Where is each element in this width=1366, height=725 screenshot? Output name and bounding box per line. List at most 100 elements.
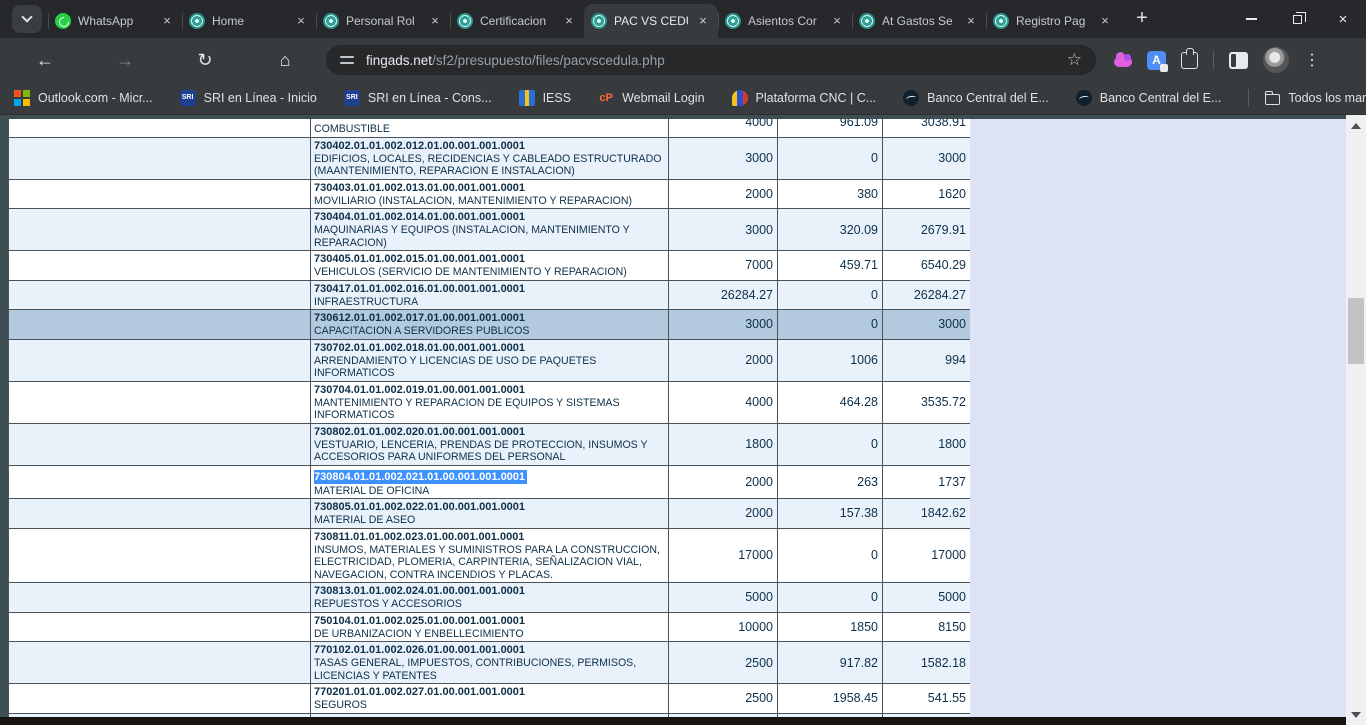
address-bar[interactable]: fingads.net/sf2/presupuesto/files/pacvsc… bbox=[326, 45, 1096, 75]
table-row[interactable]: 730404.01.01.002.014.01.00.001.001.0001 … bbox=[9, 209, 971, 251]
browser-tab[interactable]: Home × bbox=[182, 4, 316, 38]
budget-code[interactable]: 730802.01.01.002.020.01.00.001.001.0001 bbox=[314, 425, 665, 439]
bookmark-item[interactable]: Plataforma CNC | C... bbox=[732, 90, 877, 106]
profile-avatar[interactable] bbox=[1263, 47, 1289, 73]
tab-close-icon[interactable]: × bbox=[427, 13, 443, 29]
side-panel-icon[interactable] bbox=[1229, 52, 1248, 69]
budget-code[interactable]: 730612.01.01.002.017.01.00.001.001.0001 bbox=[314, 311, 665, 325]
vertical-scrollbar[interactable] bbox=[1346, 115, 1366, 725]
url-text: fingads.net/sf2/presupuesto/files/pacvsc… bbox=[366, 53, 665, 68]
table-row[interactable]: 730811.01.01.002.023.01.00.001.001.0001 … bbox=[9, 528, 971, 583]
bookmark-star-icon[interactable]: ☆ bbox=[1067, 50, 1082, 70]
amount-cell-3: 5000 bbox=[883, 583, 971, 613]
scroll-down-button[interactable] bbox=[1346, 706, 1366, 723]
row-group-cell bbox=[9, 381, 311, 423]
amount-cell-1: 3000 bbox=[669, 209, 778, 251]
tab-search-button[interactable] bbox=[12, 5, 42, 33]
browser-tab[interactable]: Registro Pag × bbox=[986, 4, 1120, 38]
budget-code[interactable]: 730811.01.01.002.023.01.00.001.001.0001 bbox=[314, 530, 665, 544]
budget-code[interactable]: 730804.01.01.002.021.01.00.001.001.0001 bbox=[314, 470, 527, 484]
browser-tab[interactable]: PAC VS CEDU × bbox=[584, 4, 718, 38]
amount-cell-1: 2500 bbox=[669, 642, 778, 684]
bookmark-favicon-icon bbox=[519, 90, 535, 106]
bookmark-item[interactable]: SRI en Línea - Cons... bbox=[344, 90, 492, 106]
tab-close-icon[interactable]: × bbox=[695, 13, 711, 29]
tab-close-icon[interactable]: × bbox=[561, 13, 577, 29]
tab-close-icon[interactable]: × bbox=[963, 13, 979, 29]
table-row[interactable]: 730612.01.01.002.017.01.00.001.001.0001 … bbox=[9, 310, 971, 340]
budget-code[interactable]: 730702.01.01.002.018.01.00.001.001.0001 bbox=[314, 341, 665, 355]
table-row[interactable]: 730804.01.01.002.021.01.00.001.001.0001 … bbox=[9, 465, 971, 499]
menu-kebab-icon[interactable]: ⋮ bbox=[1304, 50, 1312, 70]
table-row[interactable]: 730403.01.01.002.013.01.00.001.001.0001 … bbox=[9, 179, 971, 209]
budget-code[interactable]: 730404.01.01.002.014.01.00.001.001.0001 bbox=[314, 210, 665, 224]
budget-code[interactable]: 770201.01.01.002.027.01.00.001.001.0001 bbox=[314, 685, 665, 699]
tab-close-icon[interactable]: × bbox=[293, 13, 309, 29]
tab-close-icon[interactable]: × bbox=[829, 13, 845, 29]
amount-cell-3: 2679.91 bbox=[883, 209, 971, 251]
table-row[interactable]: 730405.01.01.002.015.01.00.001.001.0001 … bbox=[9, 251, 971, 281]
forward-button[interactable]: → bbox=[108, 43, 142, 77]
budget-code[interactable]: 730417.01.01.002.016.01.00.001.001.0001 bbox=[314, 282, 665, 296]
home-button[interactable]: ⌂ bbox=[268, 43, 302, 77]
cloud-extension-icon[interactable] bbox=[1114, 57, 1132, 67]
tab-close-icon[interactable]: × bbox=[159, 13, 175, 29]
table-row[interactable]: 730702.01.01.002.018.01.00.001.001.0001 … bbox=[9, 339, 971, 381]
tab-close-icon[interactable]: × bbox=[1097, 13, 1113, 29]
extensions-area: A ⋮ bbox=[1114, 47, 1312, 73]
reload-button[interactable]: ↻ bbox=[188, 43, 222, 77]
back-button[interactable]: ← bbox=[28, 43, 62, 77]
budget-description: SEGUROS bbox=[314, 699, 665, 712]
translate-extension-icon[interactable]: A bbox=[1147, 51, 1166, 70]
budget-description: MANTENIMIENTO Y REPARACION DE EQUIPOS Y … bbox=[314, 397, 665, 422]
new-tab-button[interactable]: + bbox=[1128, 5, 1156, 33]
scroll-up-button[interactable] bbox=[1346, 117, 1366, 134]
browser-tab[interactable]: Certificacion × bbox=[450, 4, 584, 38]
table-row[interactable]: 770102.01.01.002.026.01.00.001.001.0001 … bbox=[9, 642, 971, 684]
browser-tab[interactable]: Asientos Cor × bbox=[718, 4, 852, 38]
bookmark-favicon-icon bbox=[344, 90, 360, 106]
bookmark-item[interactable]: Banco Central del E... bbox=[903, 90, 1049, 106]
restore-button[interactable] bbox=[1274, 0, 1320, 38]
table-row[interactable]: 730402.01.01.002.012.01.00.001.001.0001 … bbox=[9, 137, 971, 179]
budget-code[interactable]: 730405.01.01.002.015.01.00.001.001.0001 bbox=[314, 252, 665, 266]
minimize-button[interactable] bbox=[1228, 0, 1274, 38]
close-button[interactable]: × bbox=[1320, 0, 1366, 38]
table-row[interactable]: 750104.01.01.002.025.01.00.001.001.0001 … bbox=[9, 612, 971, 642]
table-row[interactable]: 730805.01.01.002.022.01.00.001.001.0001 … bbox=[9, 499, 971, 529]
table-row[interactable]: 730417.01.01.002.016.01.00.001.001.0001 … bbox=[9, 280, 971, 310]
all-bookmarks-button[interactable]: Todos los marcadores bbox=[1265, 91, 1366, 105]
row-group-cell bbox=[9, 119, 311, 137]
amount-cell-1: 4000 bbox=[669, 381, 778, 423]
amount-cell-1: 5000 bbox=[669, 583, 778, 613]
tab-favicon-icon bbox=[323, 13, 339, 29]
scrollbar-thumb[interactable] bbox=[1348, 298, 1364, 364]
budget-code[interactable]: 730403.01.01.002.013.01.00.001.001.0001 bbox=[314, 181, 665, 195]
budget-code[interactable]: 730704.01.01.002.019.01.00.001.001.0001 bbox=[314, 383, 665, 397]
amount-cell-2: 1850 bbox=[778, 612, 883, 642]
tab-favicon-icon bbox=[859, 13, 875, 29]
table-row[interactable]: 730253.01.01.002.011.01.00.001.001.0001 … bbox=[9, 119, 971, 137]
table-row[interactable]: 730802.01.01.002.020.01.00.001.001.0001 … bbox=[9, 423, 971, 465]
bookmark-item[interactable]: Banco Central del E... bbox=[1076, 90, 1222, 106]
budget-code[interactable]: 730402.01.01.002.012.01.00.001.001.0001 bbox=[314, 139, 665, 153]
browser-tab[interactable]: WhatsApp × bbox=[48, 4, 182, 38]
amount-cell-3: 3535.72 bbox=[883, 381, 971, 423]
site-settings-icon[interactable] bbox=[340, 55, 354, 65]
budget-code[interactable]: 730805.01.01.002.022.01.00.001.001.0001 bbox=[314, 500, 665, 514]
table-row[interactable]: 770201.01.01.002.027.01.00.001.001.0001 … bbox=[9, 684, 971, 714]
browser-tab[interactable]: Personal Rol × bbox=[316, 4, 450, 38]
table-row[interactable]: 730704.01.01.002.019.01.00.001.001.0001 … bbox=[9, 381, 971, 423]
budget-code[interactable]: 730813.01.01.002.024.01.00.001.001.0001 bbox=[314, 584, 665, 598]
bookmark-label: SRI en Línea - Inicio bbox=[204, 91, 317, 105]
budget-code[interactable]: 750104.01.01.002.025.01.00.001.001.0001 bbox=[314, 614, 665, 628]
extensions-puzzle-icon[interactable] bbox=[1181, 52, 1198, 69]
bookmark-item[interactable]: Webmail Login bbox=[598, 90, 704, 106]
bookmark-label: Banco Central del E... bbox=[927, 91, 1049, 105]
bookmark-item[interactable]: SRI en Línea - Inicio bbox=[180, 90, 317, 106]
browser-tab[interactable]: At Gastos Se × bbox=[852, 4, 986, 38]
bookmark-item[interactable]: Outlook.com - Micr... bbox=[14, 90, 153, 106]
budget-code[interactable]: 770102.01.01.002.026.01.00.001.001.0001 bbox=[314, 643, 665, 657]
bookmark-item[interactable]: IESS bbox=[519, 90, 572, 106]
table-row[interactable]: 730813.01.01.002.024.01.00.001.001.0001 … bbox=[9, 583, 971, 613]
